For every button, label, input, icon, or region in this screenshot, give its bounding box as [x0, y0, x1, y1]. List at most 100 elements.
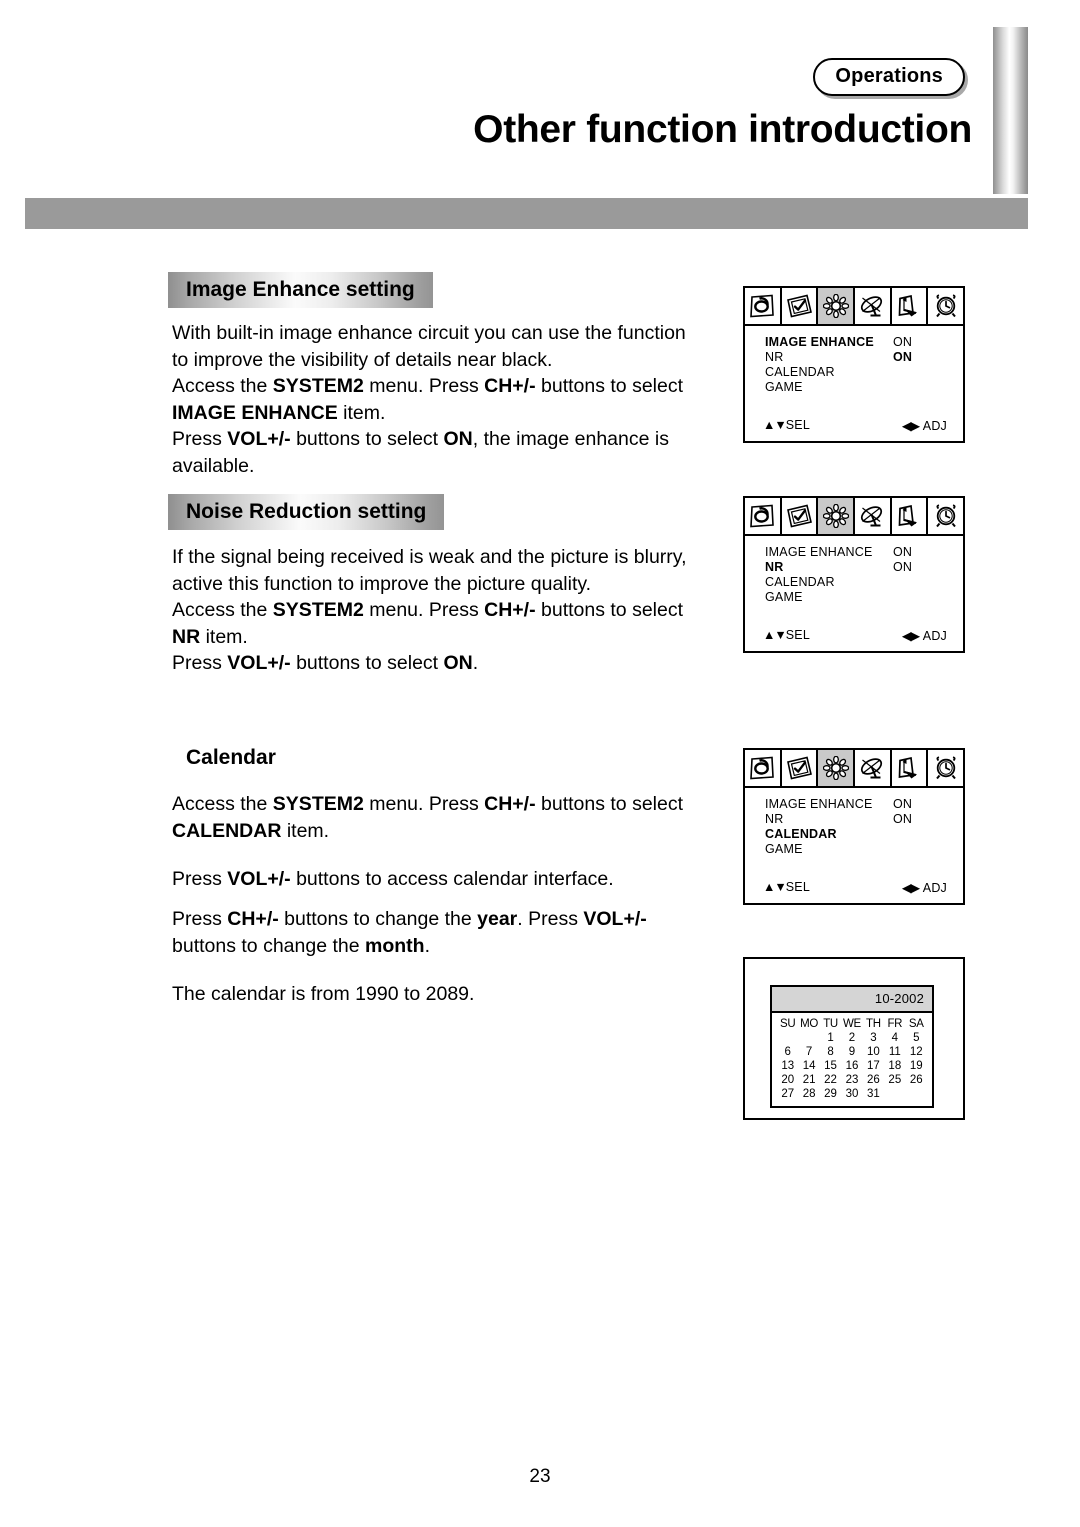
- osd-menu-item[interactable]: NR ON: [745, 812, 963, 827]
- osd-tab-eye-icon[interactable]: [745, 750, 782, 786]
- calendar-day-cell[interactable]: 17: [863, 1059, 884, 1073]
- osd-item-value: ON: [893, 812, 913, 826]
- calendar-day-cell[interactable]: 25: [884, 1073, 905, 1087]
- osd-menu-item[interactable]: CALENDAR: [745, 365, 963, 380]
- osd-tab-alarm-clock-icon[interactable]: [928, 750, 964, 786]
- osd-menu-item[interactable]: NR ON: [745, 560, 963, 575]
- picture-check-icon: [786, 504, 813, 528]
- calendar-day-cell[interactable]: 22: [820, 1073, 841, 1087]
- calendar-day-cell[interactable]: 6: [777, 1045, 798, 1059]
- flower-icon: [822, 294, 849, 318]
- osd-tab-arrow-pointer-icon[interactable]: [891, 750, 929, 786]
- calendar-day-cell[interactable]: 14: [798, 1059, 819, 1073]
- osd-menu-item[interactable]: IMAGE ENHANCE ON: [745, 335, 963, 350]
- select-arrows-icon: ▲▼: [763, 628, 787, 642]
- osd-menu-item[interactable]: CALENDAR: [745, 827, 963, 842]
- calendar-day-cell[interactable]: 21: [798, 1073, 819, 1087]
- osd-item-list: IMAGE ENHANCE ON NR ON CALENDAR GAME ▲▼SEL ◀▶ A…: [745, 788, 963, 903]
- calendar-day-cell[interactable]: 10: [863, 1045, 884, 1059]
- section-body-calendar-year-month: Press CH+/- buttons to change the year. …: [172, 906, 702, 1008]
- picture-check-icon: [786, 756, 813, 780]
- osd-item-label: CALENDAR: [765, 827, 837, 841]
- calendar-day-cell[interactable]: 15: [820, 1059, 841, 1073]
- calendar-day-cell[interactable]: 28: [798, 1087, 819, 1101]
- osd-menu-item[interactable]: NR ON: [745, 350, 963, 365]
- calendar-widget: 10-2002 SU MO TU WE TH FR SA 1 2 3 4 5 6 7 8 9 10 11 12 13…: [770, 985, 934, 1108]
- paragraph: With built-in image enhance circuit you …: [172, 322, 686, 371]
- calendar-day-cell[interactable]: 30: [841, 1087, 862, 1101]
- calendar-day-header: TU: [823, 1018, 838, 1030]
- osd-menu-item[interactable]: CALENDAR: [745, 575, 963, 590]
- select-arrows-icon: ▲▼: [763, 880, 787, 894]
- osd-adjust-hint: ◀▶ ADJ: [902, 880, 947, 895]
- calendar-day-cell[interactable]: 29: [820, 1087, 841, 1101]
- calendar-day-cell[interactable]: 13: [777, 1059, 798, 1073]
- osd-tab-bar: [745, 750, 964, 788]
- osd-adjust-hint: ◀▶ ADJ: [902, 418, 947, 433]
- calendar-day-cell[interactable]: 27: [777, 1087, 798, 1101]
- osd-menu-item[interactable]: GAME: [745, 842, 963, 857]
- calendar-day-cell[interactable]: 7: [798, 1045, 819, 1059]
- osd-tab-flower-icon[interactable]: [818, 498, 856, 534]
- osd-tab-picture-check-icon[interactable]: [781, 750, 819, 786]
- osd-select-hint: ▲▼SEL: [763, 880, 810, 895]
- calendar-day-cell[interactable]: 2: [841, 1031, 862, 1045]
- calendar-day-cell[interactable]: 20: [777, 1073, 798, 1087]
- calendar-empty-cell: [906, 1087, 927, 1101]
- calendar-day-cell[interactable]: 26: [906, 1073, 927, 1087]
- calendar-day-cell[interactable]: 4: [884, 1031, 905, 1045]
- calendar-day-cell[interactable]: 12: [906, 1045, 927, 1059]
- calendar-day-header: TH: [866, 1018, 881, 1030]
- arrow-pointer-icon: [896, 294, 922, 318]
- osd-tab-flower-icon[interactable]: [818, 288, 856, 324]
- eye-icon: [749, 756, 775, 780]
- osd-item-label: GAME: [765, 590, 803, 604]
- calendar-day-cell[interactable]: 23: [841, 1073, 862, 1087]
- osd-item-value: ON: [893, 797, 913, 811]
- calendar-day-cell[interactable]: 3: [863, 1031, 884, 1045]
- osd-item-label: IMAGE ENHANCE: [765, 545, 873, 559]
- calendar-day-cell[interactable]: 5: [906, 1031, 927, 1045]
- osd-menu-item[interactable]: GAME: [745, 380, 963, 395]
- osd-tab-satellite-dish-icon[interactable]: [855, 498, 892, 534]
- calendar-day-cell[interactable]: 9: [841, 1045, 862, 1059]
- osd-item-label: IMAGE ENHANCE: [765, 335, 874, 349]
- osd-menu-item[interactable]: IMAGE ENHANCE ON: [745, 545, 963, 560]
- satellite-dish-icon: [859, 504, 885, 528]
- osd-item-value: ON: [893, 350, 913, 364]
- calendar-day-cell[interactable]: 19: [906, 1059, 927, 1073]
- calendar-empty-cell: [777, 1031, 798, 1045]
- osd-item-value: ON: [893, 560, 913, 574]
- paragraph: Press VOL+/- buttons to select ON, the i…: [172, 428, 669, 477]
- osd-tab-arrow-pointer-icon[interactable]: [891, 498, 929, 534]
- paragraph: Access the SYSTEM2 menu. Press CH+/- but…: [172, 793, 684, 842]
- osd-tab-alarm-clock-icon[interactable]: [928, 288, 964, 324]
- osd-tab-satellite-dish-icon[interactable]: [855, 288, 892, 324]
- calendar-day-cell[interactable]: 11: [884, 1045, 905, 1059]
- osd-footer-hints: ▲▼SEL ◀▶ ADJ: [745, 880, 963, 895]
- osd-tab-satellite-dish-icon[interactable]: [855, 750, 892, 786]
- osd-menu-item[interactable]: GAME: [745, 590, 963, 605]
- header-divider-band: [25, 198, 1028, 229]
- paragraph: Press CH+/- buttons to change the year. …: [172, 908, 647, 957]
- osd-tab-eye-icon[interactable]: [745, 288, 782, 324]
- calendar-day-cell[interactable]: 18: [884, 1059, 905, 1073]
- osd-tab-flower-icon[interactable]: [818, 750, 856, 786]
- eye-icon: [749, 294, 775, 318]
- osd-tab-picture-check-icon[interactable]: [781, 498, 819, 534]
- osd-tab-alarm-clock-icon[interactable]: [928, 498, 964, 534]
- osd-tab-eye-icon[interactable]: [745, 498, 782, 534]
- alarm-clock-icon: [933, 294, 959, 318]
- flower-icon: [822, 756, 849, 780]
- calendar-day-cell[interactable]: 31: [863, 1087, 884, 1101]
- calendar-body: 1 2 3 4 5 6 7 8 9 10 11 12 13 14 15 16 17 18 19 20 21 22 23 26 2…: [777, 1031, 927, 1101]
- calendar-day-cell[interactable]: 8: [820, 1045, 841, 1059]
- osd-tab-picture-check-icon[interactable]: [781, 288, 819, 324]
- osd-menu-item[interactable]: IMAGE ENHANCE ON: [745, 797, 963, 812]
- calendar-day-cell[interactable]: 26: [863, 1073, 884, 1087]
- calendar-day-cell[interactable]: 1: [820, 1031, 841, 1045]
- calendar-day-cell[interactable]: 16: [841, 1059, 862, 1073]
- calendar-month-year: 10-2002: [772, 987, 932, 1013]
- osd-tab-arrow-pointer-icon[interactable]: [891, 288, 929, 324]
- operations-badge: Operations: [813, 58, 965, 96]
